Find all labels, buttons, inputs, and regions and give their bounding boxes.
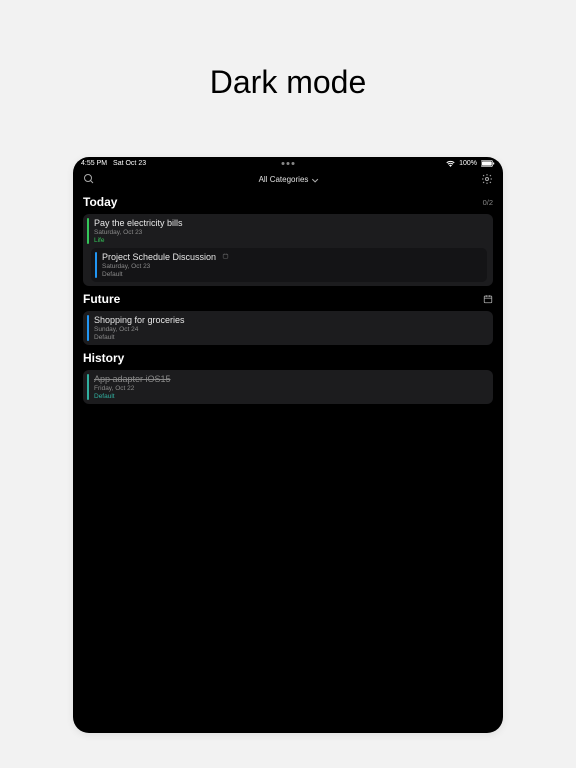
settings-button[interactable] <box>481 173 493 185</box>
task-row[interactable]: Project Schedule Discussion Saturday, Oc… <box>95 252 481 278</box>
device-frame: 4:55 PM Sat Oct 23 100% All Categories <box>73 157 503 733</box>
section-future: Future Shopping for groceries Sunday, Oc… <box>73 292 503 345</box>
hero-title: Dark mode <box>210 64 367 101</box>
task-row[interactable]: App adapter iOS15 Friday, Oct 22 Default <box>87 374 487 400</box>
note-icon <box>222 252 229 262</box>
today-counter: 0/2 <box>483 198 493 207</box>
task-accent-bar <box>87 374 89 400</box>
status-right: 100% <box>446 160 495 167</box>
task-accent-bar <box>87 218 89 244</box>
task-category: Default <box>94 334 487 341</box>
section-title-history: History <box>83 351 124 365</box>
status-date: Sat Oct 23 <box>113 160 146 167</box>
task-title: Pay the electricity bills <box>94 218 487 228</box>
section-title-today: Today <box>83 195 117 209</box>
category-filter[interactable]: All Categories <box>259 175 318 184</box>
task-row[interactable]: Pay the electricity bills Saturday, Oct … <box>87 218 487 244</box>
search-button[interactable] <box>83 173 95 185</box>
status-bar: 4:55 PM Sat Oct 23 100% <box>73 157 503 169</box>
status-left: 4:55 PM Sat Oct 23 <box>81 160 146 167</box>
wifi-icon <box>446 160 455 167</box>
task-title: App adapter iOS15 <box>94 374 487 384</box>
task-category: Life <box>94 237 487 244</box>
topbar: All Categories <box>73 169 503 189</box>
battery-icon <box>481 160 495 167</box>
chevron-down-icon <box>311 176 317 182</box>
future-card: Shopping for groceries Sunday, Oct 24 De… <box>83 311 493 345</box>
task-date: Sunday, Oct 24 <box>94 326 487 333</box>
task-category: Default <box>102 271 481 278</box>
future-calendar-button[interactable] <box>483 294 493 304</box>
task-category: Default <box>94 393 487 400</box>
task-date: Saturday, Oct 23 <box>102 263 481 270</box>
task-accent-bar <box>87 315 89 341</box>
battery-percent: 100% <box>459 160 477 167</box>
section-today: Today 0/2 Pay the electricity bills Satu… <box>73 195 503 286</box>
today-card: Pay the electricity bills Saturday, Oct … <box>83 214 493 286</box>
task-accent-bar <box>95 252 97 278</box>
section-title-future: Future <box>83 292 120 306</box>
history-card: App adapter iOS15 Friday, Oct 22 Default <box>83 370 493 404</box>
task-title: Shopping for groceries <box>94 315 487 325</box>
task-row[interactable]: Shopping for groceries Sunday, Oct 24 De… <box>87 315 487 341</box>
task-date: Saturday, Oct 23 <box>94 229 487 236</box>
status-time: 4:55 PM <box>81 160 107 167</box>
multitask-dots[interactable] <box>282 162 295 165</box>
category-filter-label: All Categories <box>259 175 309 184</box>
section-history: History App adapter iOS15 Friday, Oct 22… <box>73 351 503 404</box>
task-title: Project Schedule Discussion <box>102 252 481 262</box>
subtask-card: Project Schedule Discussion Saturday, Oc… <box>91 248 487 282</box>
task-date: Friday, Oct 22 <box>94 385 487 392</box>
